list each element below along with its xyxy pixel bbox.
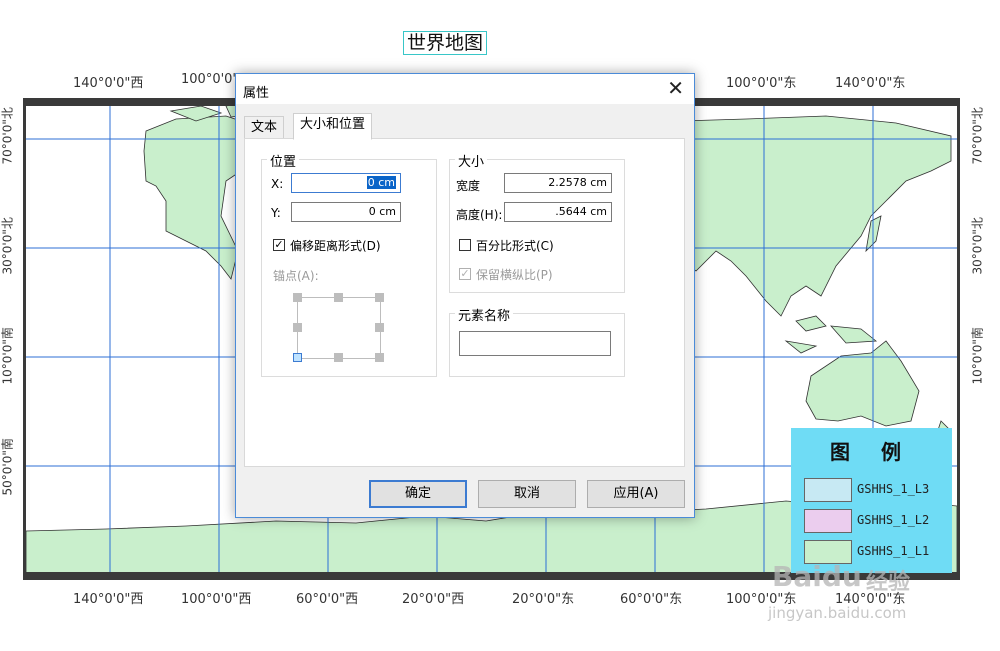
tab-panel: 位置 X: 0 cm Y: 0 cm ✓ 偏移距离形式(D) 锚点(A): 大小… xyxy=(244,138,685,467)
watermark: Baidu 经验 jingyan.baidu.com xyxy=(760,560,960,630)
anchor-point[interactable] xyxy=(375,323,384,332)
anchor-point[interactable] xyxy=(293,323,302,332)
anchor-point-selected[interactable] xyxy=(293,353,302,362)
top-coord-label: 140°0'0"西 xyxy=(73,76,144,91)
properties-dialog[interactable]: 属性 ✕ 文本 大小和位置 位置 X: 0 cm Y: 0 cm ✓ 偏移距离形… xyxy=(235,73,695,518)
right-coord-label: 70°0'0"北 xyxy=(970,107,985,165)
anchor-point[interactable] xyxy=(375,353,384,362)
bottom-coord-label: 100°0'0"西 xyxy=(181,592,252,607)
cancel-button[interactable]: 取消 xyxy=(478,480,576,508)
bottom-coord-label: 20°0'0"西 xyxy=(402,592,465,607)
right-coord-label: 10°0'0"南 xyxy=(970,327,985,385)
position-group-label: 位置 xyxy=(267,151,300,170)
height-label: 高度(H): xyxy=(456,208,503,222)
aspect-label: 保留横纵比(P) xyxy=(476,268,553,282)
bottom-coord-label: 140°0'0"西 xyxy=(73,592,144,607)
offset-label: 偏移距离形式(D) xyxy=(290,239,381,253)
width-label: 宽度 xyxy=(456,179,481,193)
element-name-input[interactable] xyxy=(459,331,611,356)
width-input[interactable]: 2.2578 cm xyxy=(504,173,612,193)
bottom-coord-label: 20°0'0"东 xyxy=(512,592,575,607)
anchor-point[interactable] xyxy=(334,293,343,302)
size-group-label: 大小 xyxy=(455,151,488,170)
tab-size-position[interactable]: 大小和位置 xyxy=(293,113,373,140)
se-asia-islands xyxy=(784,315,878,354)
watermark-url: jingyan.baidu.com xyxy=(768,604,907,622)
legend-label: GSHHS_1_L3 xyxy=(857,482,930,496)
tab-text[interactable]: 文本 xyxy=(244,116,285,140)
legend-swatch xyxy=(804,478,852,502)
y-label: Y: xyxy=(271,206,281,220)
dialog-titlebar[interactable]: 属性 ✕ xyxy=(236,74,694,104)
legend[interactable]: 图 例 GSHHS_1_L3 GSHHS_1_L2 GSHHS_1_L1 xyxy=(791,428,952,573)
anchor-point[interactable] xyxy=(293,293,302,302)
legend-label: GSHHS_1_L2 xyxy=(857,513,930,527)
australia xyxy=(805,340,920,427)
left-coord-label: 10°0'0"南 xyxy=(0,327,15,385)
dialog-title: 属性 xyxy=(243,86,270,101)
anchor-frame xyxy=(297,297,381,359)
close-icon[interactable]: ✕ xyxy=(667,78,684,98)
anchor-label: 锚点(A): xyxy=(273,269,319,283)
bottom-coord-label: 60°0'0"西 xyxy=(296,592,359,607)
bottom-coord-label: 60°0'0"东 xyxy=(620,592,683,607)
top-coord-label: 100°0'0"东 xyxy=(726,76,797,91)
aspect-checkbox[interactable]: ✓ xyxy=(459,268,471,280)
percent-label: 百分比形式(C) xyxy=(476,239,554,253)
map-title[interactable]: 世界地图 xyxy=(403,31,488,55)
apply-button[interactable]: 应用(A) xyxy=(587,480,685,508)
element-name-group-label: 元素名称 xyxy=(455,305,514,324)
legend-label: GSHHS_1_L1 xyxy=(857,544,930,558)
anchor-point[interactable] xyxy=(375,293,384,302)
top-coord-label: 100°0'0" xyxy=(181,72,239,87)
x-label: X: xyxy=(271,177,284,191)
x-input[interactable]: 0 cm xyxy=(291,173,401,193)
eurasia xyxy=(680,115,952,317)
offset-checkbox[interactable]: ✓ xyxy=(273,239,285,251)
ok-button[interactable]: 确定 xyxy=(369,480,467,508)
left-coord-label: 30°0'0"北 xyxy=(0,217,15,275)
x-input-value: 0 cm xyxy=(366,176,396,189)
watermark-brand: Baidu xyxy=(772,560,862,593)
anchor-point[interactable] xyxy=(334,353,343,362)
left-coord-label: 70°0'0"北 xyxy=(0,107,15,165)
right-coord-label: 30°0'0"北 xyxy=(970,217,985,275)
top-coord-label: 140°0'0"东 xyxy=(835,76,906,91)
legend-title: 图 例 xyxy=(830,440,913,464)
watermark-brand-cn: 经验 xyxy=(866,570,911,595)
y-input[interactable]: 0 cm xyxy=(291,202,401,222)
height-input[interactable]: .5644 cm xyxy=(504,202,612,222)
left-coord-label: 50°0'0"南 xyxy=(0,438,15,496)
percent-checkbox[interactable] xyxy=(459,239,471,251)
legend-swatch xyxy=(804,509,852,533)
